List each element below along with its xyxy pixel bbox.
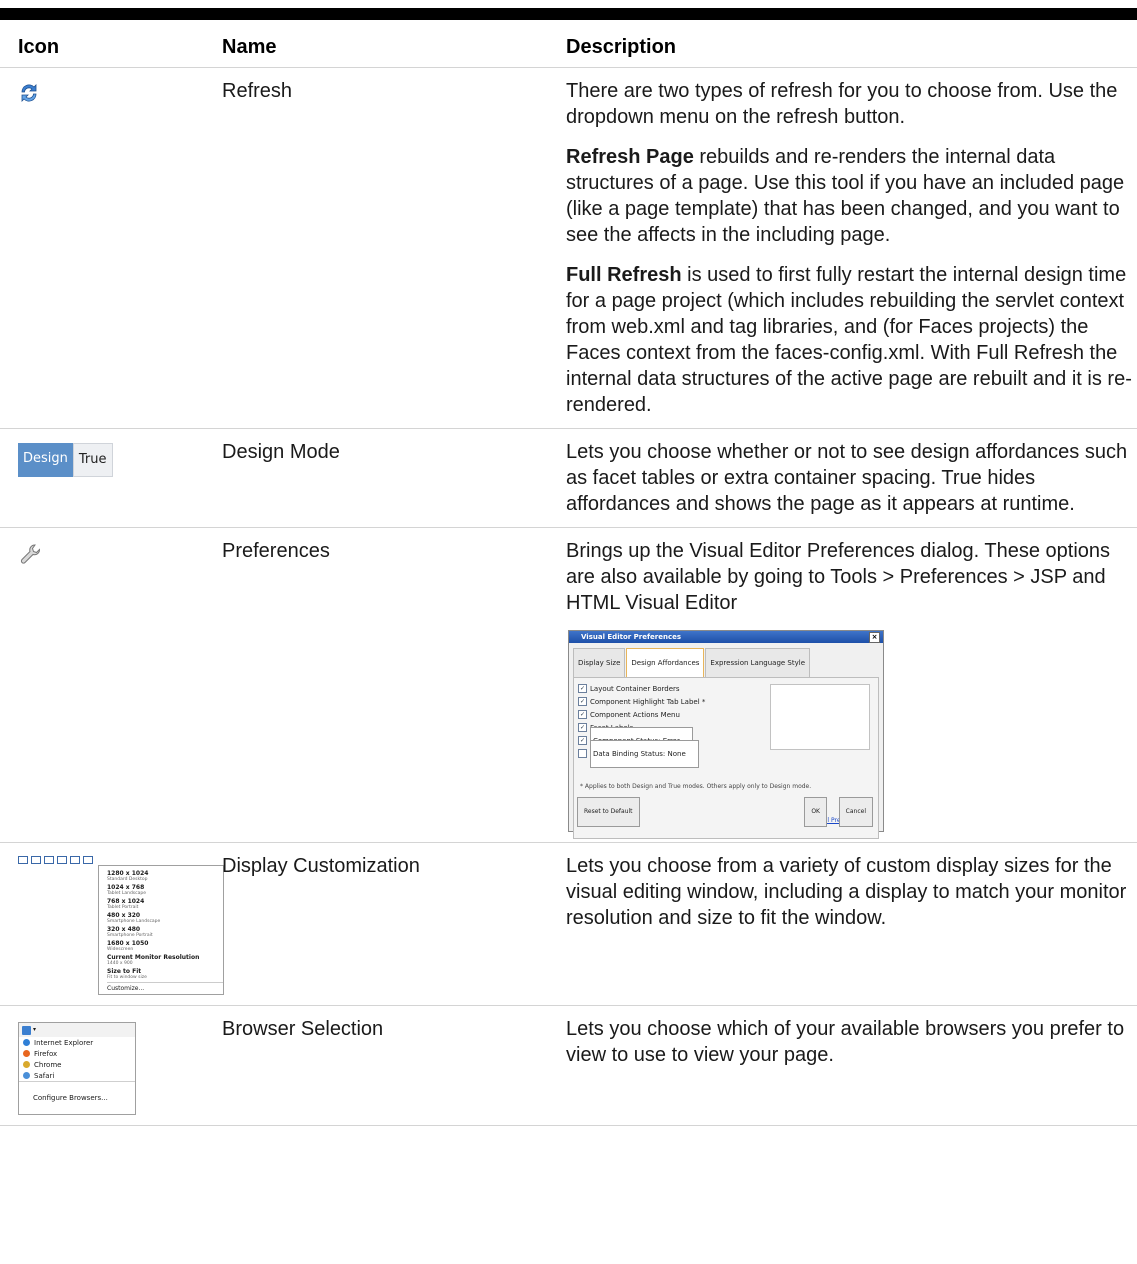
list-item: 768 x 1024 Tablet Portrait <box>107 898 145 910</box>
true-segment: True <box>72 443 113 477</box>
configure-browsers-item: Configure Browsers... <box>19 1081 135 1114</box>
row-description: There are two types of refresh for you t… <box>566 67 1137 429</box>
rotate-icon <box>57 856 67 864</box>
refresh-icon <box>18 82 40 111</box>
toolbar-icon-table: Icon Name Description Refresh There are … <box>0 20 1137 1126</box>
row-description: Lets you choose from a variety of custom… <box>566 842 1137 1006</box>
dialog-title: Visual Editor Preferences × <box>569 631 883 643</box>
table-row: 1280 x 1024 Standard Desktop 1024 x 768 Ta… <box>0 842 1137 1006</box>
list-item: 1680 x 1050 Widescreen <box>107 940 149 952</box>
tab-display-size: Display Size <box>573 648 626 677</box>
wrench-icon <box>83 856 93 864</box>
internet-explorer-icon <box>23 1039 30 1046</box>
browser-icon <box>22 1025 31 1035</box>
table-row: Design True Design Mode Lets you choose … <box>0 428 1137 528</box>
display-size-dropdown: 1280 x 1024 Standard Desktop 1024 x 768 Ta… <box>98 865 224 995</box>
term-full-refresh: Full Refresh <box>566 264 682 286</box>
table-row: Refresh There are two types of refresh f… <box>0 67 1137 429</box>
browser-icon <box>70 856 80 864</box>
tab-expression-language-style: Expression Language Style <box>705 648 810 677</box>
desc-paragraph: Full Refresh is used to first fully rest… <box>566 264 1132 416</box>
ok-button: OK <box>804 797 827 827</box>
tab-design-affordances: Design Affordances <box>626 648 705 677</box>
desc-paragraph: Lets you choose whether or not to see de… <box>566 441 1128 515</box>
phone-icon <box>44 856 54 864</box>
display-customization-menu: 1280 x 1024 Standard Desktop 1024 x 768 Ta… <box>16 855 224 995</box>
design-segment: Design <box>18 443 73 477</box>
safari-icon <box>23 1072 30 1079</box>
design-mode-toggle: Design True <box>18 443 113 477</box>
monitor-icon <box>18 856 28 864</box>
browser-selection-menu: ▾ Internet Explorer Firefox Chrome Safar… <box>18 1022 136 1115</box>
display-toolbar <box>16 855 216 865</box>
chrome-icon <box>23 1061 30 1068</box>
header-row: Icon Name Description <box>0 20 1137 68</box>
data-binding-status-select: Data Binding Status: None <box>590 739 699 768</box>
table-row: ▾ Internet Explorer Firefox Chrome Safar… <box>0 1005 1137 1126</box>
term-refresh-page: Refresh Page <box>566 146 694 168</box>
desc-paragraph: Lets you choose which of your available … <box>566 1018 1125 1066</box>
wrench-icon <box>18 542 44 575</box>
checkbox-checked: ✓ <box>578 684 587 693</box>
checkbox-unchecked <box>578 749 587 758</box>
checkbox-checked: ✓ <box>578 736 587 745</box>
row-description: Lets you choose which of your available … <box>566 1005 1137 1126</box>
reset-to-default-button: Reset to Default <box>577 797 640 827</box>
list-item: 320 x 480 Smartphone Portrait <box>107 926 153 938</box>
header-icon: Icon <box>0 20 222 68</box>
list-item: Safari <box>19 1070 135 1081</box>
row-description: Brings up the Visual Editor Preferences … <box>566 527 1137 843</box>
row-name: Refresh <box>222 67 566 429</box>
row-name: Browser Selection <box>222 1005 566 1126</box>
preview-box <box>770 684 870 750</box>
close-icon: × <box>869 632 880 643</box>
list-item: Customize... <box>107 982 223 992</box>
top-rule <box>0 8 1137 20</box>
desc-paragraph: Brings up the Visual Editor Preferences … <box>566 540 1111 614</box>
header-description: Description <box>566 20 1137 68</box>
checkbox-checked: ✓ <box>578 723 587 732</box>
list-item: 1024 x 768 Tablet Landscape <box>107 884 147 896</box>
firefox-icon <box>23 1050 30 1057</box>
header-name: Name <box>222 20 566 68</box>
desc-paragraph: There are two types of refresh for you t… <box>566 80 1118 128</box>
checkbox-checked: ✓ <box>578 710 587 719</box>
list-item: Current Monitor Resolution 1440 x 900 <box>107 954 200 966</box>
table-row: Preferences Brings up the Visual Editor … <box>0 527 1137 843</box>
list-item: 480 x 320 Smartphone Landscape <box>107 912 161 924</box>
row-name: Design Mode <box>222 428 566 528</box>
list-item: 1280 x 1024 Standard Desktop <box>107 870 149 882</box>
desc-paragraph: Refresh Page rebuilds and re-renders the… <box>566 146 1125 246</box>
row-name: Preferences <box>222 527 566 843</box>
checkbox-checked: ✓ <box>578 697 587 706</box>
list-item: Size to Fit Fit to window size <box>107 968 147 980</box>
row-description: Lets you choose whether or not to see de… <box>566 428 1137 528</box>
desc-paragraph: Lets you choose from a variety of custom… <box>566 855 1127 929</box>
tablet-icon <box>31 856 41 864</box>
preferences-dialog-screenshot: Visual Editor Preferences × Display Size… <box>568 630 884 839</box>
cancel-button: Cancel <box>838 797 873 827</box>
dialog-tabs: Display Size Design Affordances Expressi… <box>569 643 883 677</box>
row-name: Display Customization <box>222 842 566 1006</box>
